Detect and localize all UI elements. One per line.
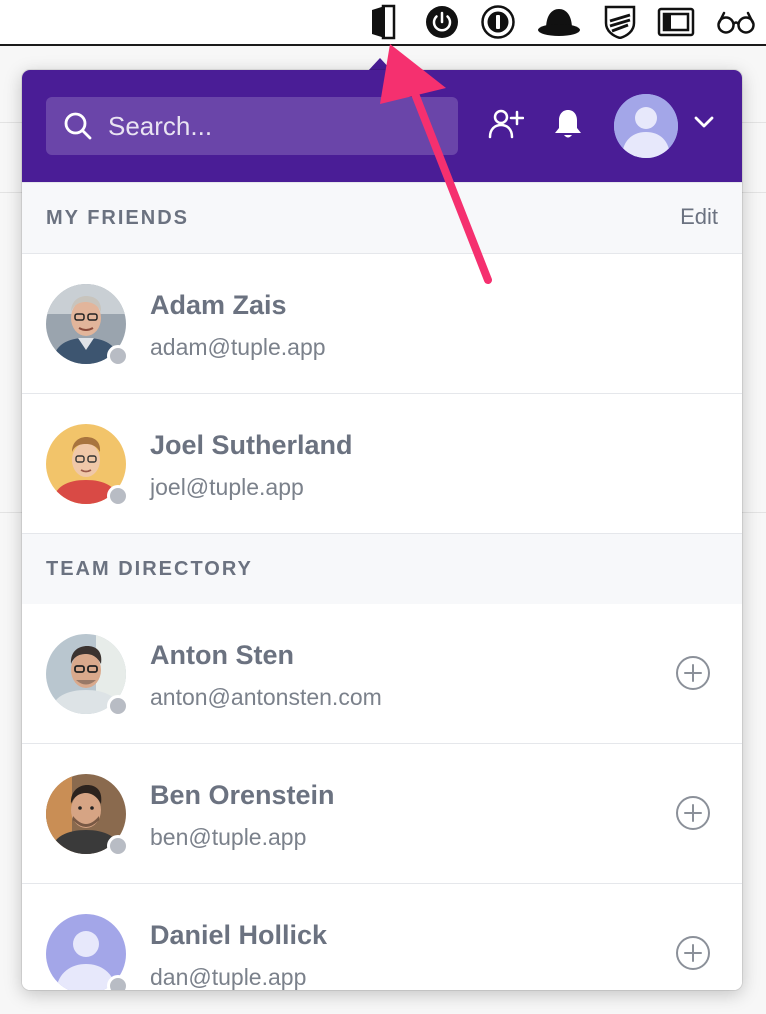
contact-name: Joel Sutherland	[150, 430, 353, 460]
user-avatar[interactable]	[614, 94, 678, 158]
add-contact-button[interactable]	[674, 655, 712, 696]
plus-circle-icon	[675, 795, 711, 836]
bell-icon	[553, 107, 583, 146]
search-box[interactable]	[46, 97, 458, 155]
directory-row[interactable]: Daniel Hollick dan@tuple.app	[22, 884, 742, 990]
menu-bar	[0, 0, 766, 46]
section-title: MY FRIENDS	[46, 207, 189, 229]
onepassword-icon[interactable]	[480, 3, 516, 41]
plus-circle-icon	[675, 935, 711, 976]
status-indicator	[107, 695, 129, 717]
glasses-icon[interactable]	[716, 3, 756, 41]
friends-section-header: MY FRIENDS Edit	[22, 182, 742, 254]
search-icon	[62, 110, 94, 142]
notifications-button[interactable]	[548, 106, 588, 146]
contact-name: Ben Orenstein	[150, 780, 335, 810]
add-friend-icon	[488, 108, 525, 145]
friend-row[interactable]: Joel Sutherland joel@tuple.app	[22, 394, 742, 534]
status-indicator	[107, 835, 129, 857]
search-input[interactable]	[108, 110, 428, 142]
chevron-down-icon	[693, 115, 715, 134]
window-icon[interactable]	[656, 3, 696, 41]
status-indicator	[107, 975, 129, 990]
section-title: TEAM DIRECTORY	[46, 558, 253, 580]
popover-header	[22, 70, 742, 182]
shield-icon[interactable]	[602, 3, 638, 41]
friend-row[interactable]: Adam Zais adam@tuple.app	[22, 254, 742, 394]
plus-circle-icon	[675, 655, 711, 696]
contact-email: adam@tuple.app	[150, 334, 326, 360]
directory-row[interactable]: Anton Sten anton@antonsten.com	[22, 604, 742, 744]
bowler-hat-icon[interactable]	[536, 3, 582, 41]
contact-name: Anton Sten	[150, 640, 294, 670]
contact-email: anton@antonsten.com	[150, 684, 382, 710]
power-icon[interactable]	[424, 3, 460, 41]
contact-name: Adam Zais	[150, 290, 287, 320]
status-indicator	[107, 345, 129, 367]
contact-name: Daniel Hollick	[150, 920, 328, 950]
contact-email: dan@tuple.app	[150, 964, 307, 990]
edit-friends-button[interactable]: Edit	[680, 204, 718, 230]
tuple-popover: MY FRIENDS Edit Adam Zais adam@tuple.app	[22, 70, 742, 990]
contact-email: joel@tuple.app	[150, 474, 304, 500]
add-contact-button[interactable]	[674, 795, 712, 836]
directory-section-header: TEAM DIRECTORY	[22, 533, 742, 605]
contact-email: ben@tuple.app	[150, 824, 307, 850]
tuple-door-icon[interactable]	[366, 3, 400, 41]
directory-row[interactable]: Ben Orenstein ben@tuple.app	[22, 744, 742, 884]
add-contact-button[interactable]	[674, 935, 712, 976]
account-menu-button[interactable]	[690, 110, 718, 138]
add-friend-button[interactable]	[486, 106, 526, 146]
status-indicator	[107, 485, 129, 507]
